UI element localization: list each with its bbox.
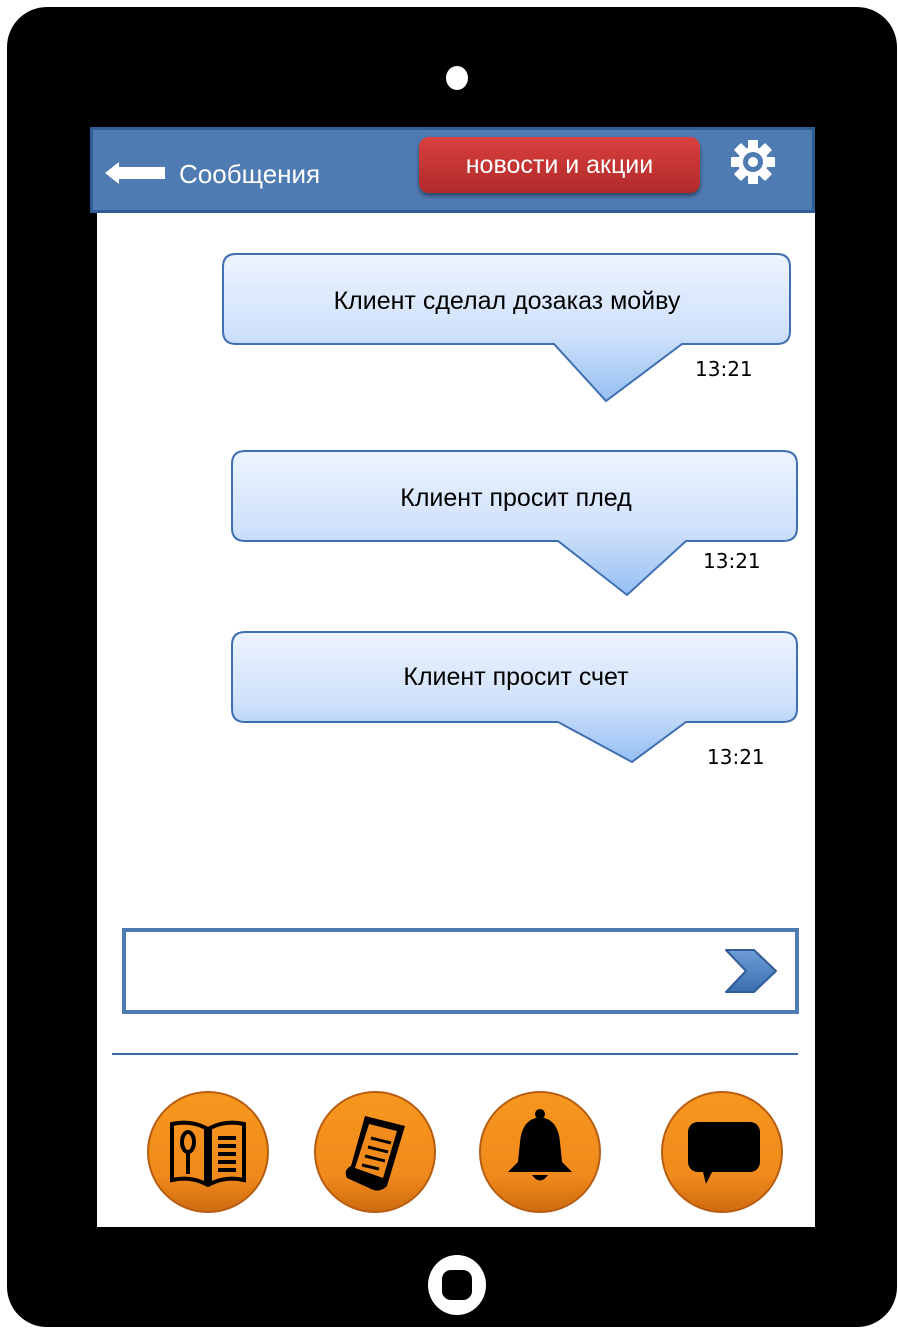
message-text: Клиент просит счет xyxy=(403,663,629,691)
message-composer xyxy=(122,928,799,1014)
menu-button[interactable] xyxy=(146,1090,270,1214)
news-and-promotions-button[interactable]: новости и акции xyxy=(419,137,700,193)
message-time: 13:21 xyxy=(707,745,765,769)
message-bubble[interactable]: Клиент просит плед xyxy=(231,450,801,600)
page-title: Сообщения xyxy=(179,159,321,189)
message-time: 13:21 xyxy=(695,357,753,381)
back-button[interactable] xyxy=(105,162,165,184)
settings-button[interactable] xyxy=(729,138,777,186)
arrow-left-icon xyxy=(105,162,165,184)
message-time: 13:21 xyxy=(703,549,761,573)
chevron-right-icon xyxy=(725,949,777,993)
gear-icon xyxy=(731,140,775,184)
divider xyxy=(112,1053,798,1055)
speech-bubble-shape xyxy=(231,450,798,597)
home-button[interactable] xyxy=(428,1255,486,1315)
call-waiter-button[interactable] xyxy=(478,1090,602,1214)
message-input[interactable] xyxy=(136,942,710,1002)
send-button[interactable] xyxy=(724,948,778,994)
message-text: Клиент сделал дозаказ мойву xyxy=(333,287,681,315)
app-header: Сообщения новости и акции xyxy=(90,127,815,213)
message-text: Клиент просит плед xyxy=(400,484,632,512)
messages-button[interactable] xyxy=(660,1090,784,1214)
bill-button[interactable] xyxy=(313,1090,437,1214)
front-camera xyxy=(446,66,468,90)
